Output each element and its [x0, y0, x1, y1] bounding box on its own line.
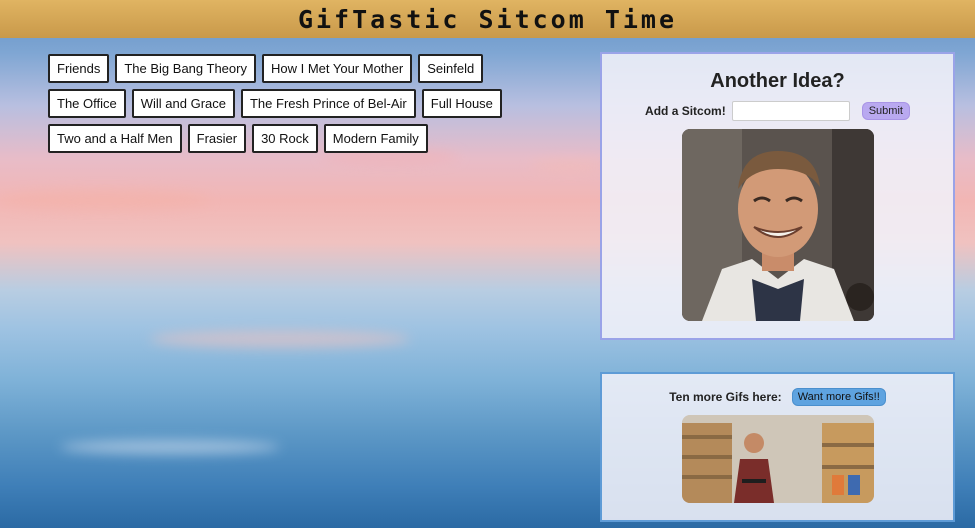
gif-image-store-aisle: [682, 415, 874, 503]
gif-image[interactable]: [682, 129, 874, 321]
submit-button[interactable]: Submit: [861, 102, 910, 120]
sitcom-button-seinfeld[interactable]: Seinfeld: [418, 54, 484, 83]
more-gifs-label: Ten more Gifs here:: [669, 390, 782, 404]
sitcom-button-the-office[interactable]: The Office: [48, 89, 126, 118]
page-title: GifTastic Sitcom Time: [297, 4, 678, 34]
add-sitcom-panel: Another Idea? Add a Sitcom! Submit: [600, 52, 955, 340]
sitcom-buttons: Friends The Big Bang Theory How I Met Yo…: [48, 54, 528, 153]
background-cloud: [530, 160, 610, 172]
sitcom-button-will-and-grace[interactable]: Will and Grace: [131, 89, 235, 118]
sitcom-button-friends[interactable]: Friends: [48, 54, 110, 83]
sitcom-button-30-rock[interactable]: 30 Rock: [252, 124, 318, 153]
more-gifs-panel: Ten more Gifs here: Want more Gifs!!: [600, 372, 955, 522]
sitcom-button-how-i-met-your-mother[interactable]: How I Met Your Mother: [261, 54, 413, 83]
page-header: GifTastic Sitcom Time: [0, 0, 975, 38]
gif-image-grinning-man: [682, 129, 874, 321]
panel-title: Another Idea?: [710, 70, 845, 92]
sitcom-button-big-bang-theory[interactable]: The Big Bang Theory: [115, 54, 256, 83]
sitcom-button-fresh-prince[interactable]: The Fresh Prince of Bel-Air: [240, 89, 416, 118]
sitcom-button-two-and-a-half-men[interactable]: Two and a Half Men: [48, 124, 182, 153]
sitcom-button-modern-family[interactable]: Modern Family: [323, 124, 428, 153]
add-sitcom-input[interactable]: [731, 101, 850, 121]
more-gifs-button[interactable]: Want more Gifs!!: [791, 388, 886, 406]
background-cloud: [150, 330, 410, 348]
more-gifs-row: Ten more Gifs here: Want more Gifs!!: [602, 388, 953, 406]
add-sitcom-form: Add a Sitcom! Submit: [602, 101, 953, 121]
background-cloud: [60, 440, 280, 454]
add-sitcom-label: Add a Sitcom!: [645, 104, 726, 118]
sitcom-button-frasier[interactable]: Frasier: [187, 124, 247, 153]
background-cloud: [0, 190, 210, 210]
gif-image[interactable]: [682, 415, 874, 503]
sitcom-button-full-house[interactable]: Full House: [421, 89, 502, 118]
